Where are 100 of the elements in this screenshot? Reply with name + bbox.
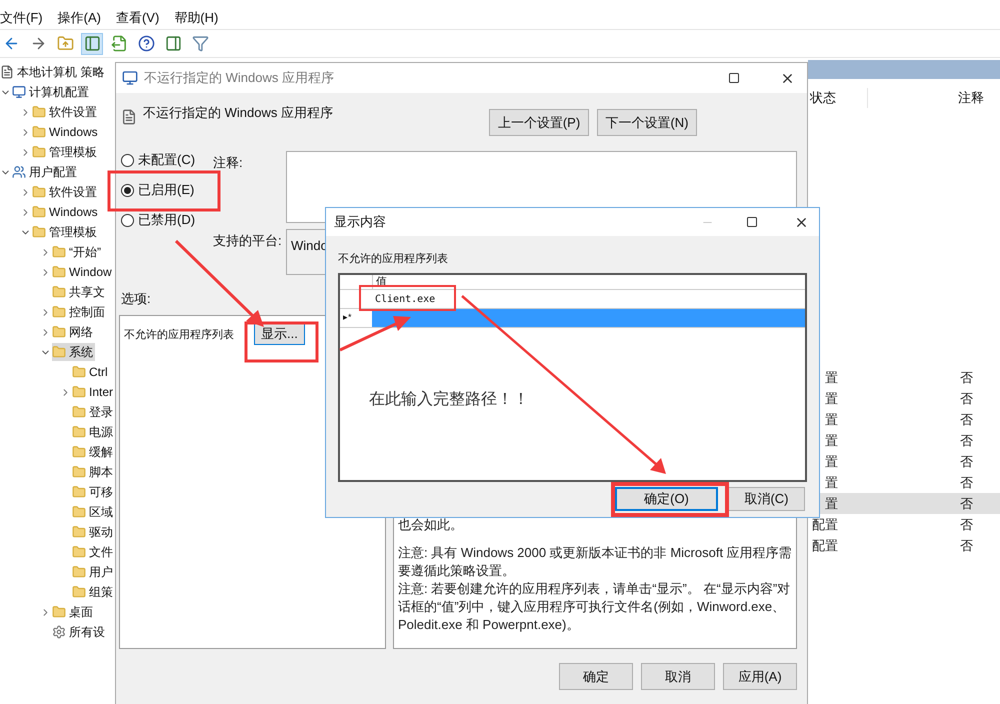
folder-icon — [52, 285, 66, 299]
tree-item[interactable]: 区域 — [72, 503, 115, 521]
tree-item[interactable]: 组策 — [72, 583, 115, 601]
tree-item[interactable]: 驱动 — [72, 523, 115, 541]
tree-item[interactable]: 计算机配置 — [12, 83, 91, 101]
column-header[interactable]: 注释 — [868, 88, 1000, 108]
settings-icon — [52, 625, 66, 639]
tree-item[interactable]: 脚本 — [72, 463, 115, 481]
maximize-icon[interactable] — [746, 216, 758, 228]
tree-item[interactable]: 管理模板 — [32, 143, 99, 161]
table-row[interactable]: 配置 否 — [808, 514, 1000, 535]
tree-item[interactable]: 本地计算机 策略 — [0, 63, 106, 81]
table-cell-text: 否 — [959, 368, 974, 387]
folder-icon — [72, 485, 86, 499]
table-cell-text: 置 — [824, 390, 838, 408]
folder-icon — [72, 525, 86, 539]
folder-icon — [32, 205, 46, 219]
tree-item[interactable]: 所有设 — [52, 623, 107, 641]
computer-icon — [12, 85, 26, 99]
help-icon — [138, 35, 154, 52]
table-cell-text: 置 — [824, 410, 838, 429]
list-label: 不允许的应用程序列表 — [338, 252, 449, 266]
dialog-button[interactable]: 应用(A) — [723, 663, 797, 690]
tree-item[interactable]: 用户配置 — [12, 163, 79, 181]
window-title: 不运行指定的 Windows 应用程序 — [144, 69, 335, 88]
folder-icon — [52, 325, 66, 339]
show-button[interactable]: 显示... — [254, 323, 305, 345]
folder-icon — [72, 465, 86, 479]
option-label: 不允许的应用程序列表 — [124, 328, 234, 343]
field-label: 注释: — [213, 154, 244, 172]
dialog-button[interactable]: 上一个设置(P) — [489, 109, 589, 136]
tree-item[interactable]: 登录 — [72, 403, 115, 421]
tree-item[interactable]: 可移 — [72, 483, 115, 501]
radio-button[interactable] — [121, 154, 134, 166]
panel-icon — [84, 35, 100, 52]
radio-option[interactable]: 已启用(E) — [121, 175, 213, 205]
folder-icon — [72, 385, 86, 399]
table-cell-text: 否 — [959, 452, 974, 471]
tree-item[interactable]: 系统 — [52, 343, 95, 361]
tree-item[interactable]: Ctrl — [72, 363, 110, 381]
tree-item[interactable]: 用户 — [72, 563, 115, 581]
dialog-button[interactable]: 取消 — [641, 663, 715, 690]
policy-heading: 不运行指定的 Windows 应用程序 — [143, 104, 334, 122]
document-icon — [0, 65, 14, 79]
radio-option[interactable]: 未配置(C) — [121, 145, 213, 175]
tree-item[interactable]: 管理模板 — [32, 223, 99, 241]
folder-icon — [72, 445, 86, 459]
tree-item[interactable]: 桌面 — [52, 603, 95, 621]
table-cell-text: 置 — [824, 368, 838, 387]
dialog-button[interactable]: 取消(C) — [728, 487, 805, 511]
tree-item[interactable]: 软件设置 — [32, 183, 99, 201]
table-cell-text: 置 — [824, 474, 838, 492]
folder-icon — [52, 245, 66, 259]
tree-item[interactable]: Windows — [32, 123, 100, 141]
radio-button[interactable] — [121, 184, 134, 196]
folder-icon — [72, 365, 86, 379]
tree-item[interactable]: “开始” — [52, 243, 103, 261]
table-row[interactable]: 配置 否 — [808, 535, 1000, 556]
table-cell-text: 否 — [959, 516, 974, 534]
toolbar-button[interactable] — [81, 32, 103, 54]
tree-item[interactable]: 缓解 — [72, 443, 115, 461]
folder-icon — [72, 545, 86, 559]
field-label: 支持的平台: — [213, 232, 283, 250]
folder-icon — [72, 565, 86, 579]
help-text: 也会如此。 — [398, 516, 464, 534]
table-cell-text: 否 — [959, 432, 974, 450]
radio-button[interactable] — [121, 214, 134, 226]
menu-item[interactable]: 帮助(H) — [174, 8, 218, 28]
tree-item[interactable]: Inter — [72, 383, 115, 401]
users-icon — [12, 165, 26, 179]
menu-item[interactable]: 查看(V) — [116, 8, 160, 28]
radio-option[interactable]: 已禁用(D) — [121, 205, 213, 235]
folder-icon — [52, 345, 66, 359]
filter-icon — [192, 35, 208, 52]
menu-item[interactable]: 文件(F) — [0, 8, 43, 28]
tree-item[interactable]: 控制面 — [52, 303, 107, 321]
folder-icon — [32, 125, 46, 139]
window-title: 显示内容 — [334, 213, 387, 232]
menu-item[interactable]: 操作(A) — [58, 8, 101, 28]
folder-icon — [32, 225, 46, 239]
folder-icon — [52, 265, 66, 279]
folder-up-icon — [56, 35, 74, 52]
tree-item[interactable]: Windows — [32, 203, 100, 221]
section-label: 选项: — [121, 290, 151, 307]
row-marker: ▸* — [343, 311, 352, 324]
table-cell-text: 置 — [824, 494, 838, 513]
tree-item[interactable]: 软件设置 — [32, 103, 99, 121]
table-cell-text: 置 — [824, 432, 838, 450]
dialog-button[interactable]: 确定(O) — [615, 487, 718, 511]
table-cell-text: 否 — [959, 536, 974, 555]
maximize-icon[interactable] — [728, 72, 740, 84]
folder-icon — [32, 185, 46, 199]
dialog-button[interactable]: 下一个设置(N) — [597, 109, 697, 136]
dialog-button[interactable]: 确定 — [559, 663, 633, 690]
tree-item[interactable]: Window — [52, 263, 114, 281]
grid-cell[interactable] — [372, 309, 805, 327]
tree-item[interactable]: 文件 — [72, 543, 115, 561]
tree-item[interactable]: 共享文 — [52, 283, 107, 301]
tree-item[interactable]: 电源 — [72, 423, 115, 441]
tree-item[interactable]: 网络 — [52, 323, 95, 341]
